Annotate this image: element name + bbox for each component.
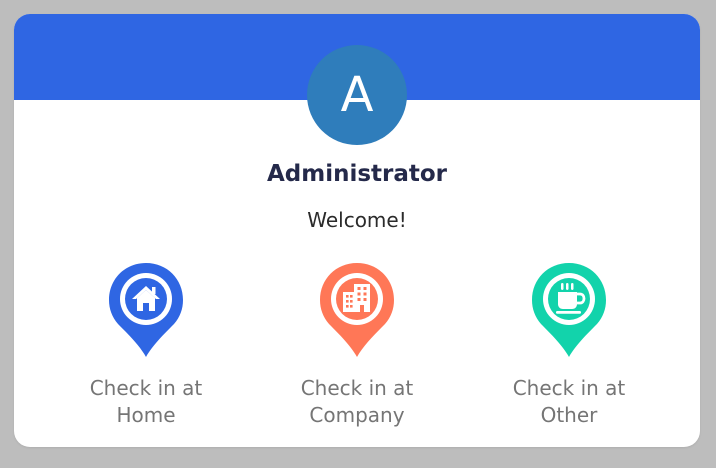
welcome-message: Welcome! — [307, 208, 407, 232]
company-location-pin-icon — [320, 263, 394, 357]
check-in-home-label: Check in at Home — [89, 376, 203, 427]
check-in-other-label: Check in at Other — [512, 376, 626, 427]
check-in-company-label: Check in at Company — [300, 376, 414, 427]
check-in-company-button[interactable]: Check in at Company — [262, 262, 452, 429]
user-name: Administrator — [266, 161, 448, 187]
profile-card: A Administrator Welcome! Check in at Hom… — [14, 14, 700, 447]
avatar-letter: A — [340, 67, 374, 123]
home-location-pin-icon — [109, 263, 183, 357]
check-in-other-button[interactable]: Check in at Other — [474, 262, 664, 429]
other-location-pin-icon — [532, 263, 606, 357]
check-in-home-button[interactable]: Check in at Home — [51, 262, 241, 429]
avatar: A — [307, 45, 407, 145]
